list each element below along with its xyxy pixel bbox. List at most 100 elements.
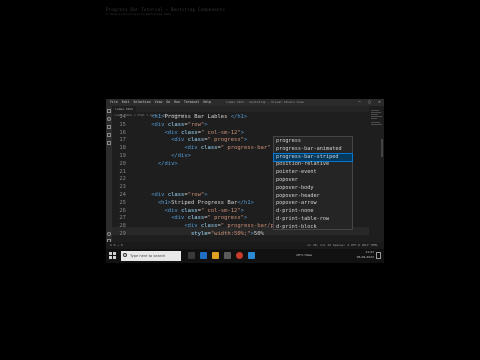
vscode-window: File Edit Selection View Go Run Terminal…	[106, 99, 384, 249]
code-line[interactable]: <div class=" progress">	[138, 137, 247, 145]
close-button[interactable]: ✕	[377, 100, 382, 104]
windows-taskbar: Type here to search 29°C Haze 11:47 05-0…	[106, 249, 384, 263]
minimap[interactable]	[369, 106, 384, 242]
code-token: class	[200, 223, 218, 230]
code-line[interactable]: </div>	[138, 161, 178, 169]
source-control-icon[interactable]	[107, 125, 111, 129]
code-token: >	[244, 215, 248, 222]
suggestion-item[interactable]: pointer-event	[274, 169, 352, 177]
line-number: 26	[119, 207, 126, 214]
code-token: 50%	[253, 231, 264, 237]
menu-selection[interactable]: Selection	[133, 99, 150, 106]
suggestion-item[interactable]: popover-header	[274, 193, 352, 201]
code-token: </h1>	[237, 199, 254, 206]
suggestion-item[interactable]: d-print-none	[274, 208, 352, 216]
line-number: 24	[119, 192, 126, 198]
line-number: 25	[119, 199, 126, 206]
code-token: <div	[164, 129, 182, 136]
store-icon[interactable]	[224, 252, 231, 259]
menu-edit[interactable]: Edit	[122, 99, 130, 106]
code-editor[interactable]: index.html index.html > html > body > di…	[112, 106, 369, 242]
line-number: 18	[119, 145, 126, 152]
tab-index-html[interactable]: index.html	[112, 106, 137, 112]
taskbar-search-placeholder: Type here to search	[130, 254, 166, 258]
suggestion-item[interactable]: d-print-block	[274, 224, 352, 232]
menu-file[interactable]: File	[110, 99, 118, 106]
line-number: 19	[119, 153, 126, 159]
code-token: class	[181, 207, 198, 214]
explorer-icon[interactable]	[107, 109, 111, 113]
code-token: Progress Bar Lables	[164, 114, 231, 120]
search-icon[interactable]	[107, 117, 111, 121]
taskbar-search-input[interactable]: Type here to search	[121, 251, 181, 261]
extensions-icon[interactable]	[107, 141, 111, 145]
vertical-scrollbar[interactable]	[381, 139, 383, 157]
code-token: >	[244, 137, 248, 144]
code-line[interactable]: <div class=" progress">	[138, 215, 247, 223]
window-controls: — ▢ ✕	[357, 100, 382, 104]
clock[interactable]: 11:47 05-09-2022	[357, 250, 374, 260]
problems-indicator[interactable]: ⊗ 0 ⚠ 0	[110, 242, 123, 249]
code-token: <div	[151, 121, 168, 128]
suggestion-item[interactable]: d-print-table-row	[274, 216, 352, 224]
code-token: style	[190, 231, 208, 237]
suggestion-item[interactable]: popover	[274, 177, 352, 185]
video-frame: Progress Bar Tutorial — Bootstrap Compon…	[96, 0, 384, 360]
code-token: <h1>	[157, 199, 172, 206]
weather-widget[interactable]: 29°C Haze	[296, 253, 312, 257]
code-token: </div>	[171, 153, 191, 159]
code-token: class	[167, 192, 185, 198]
code-line[interactable]: <div class=" progress-bar" st	[138, 145, 280, 153]
code-token: "width:50%;"	[210, 231, 251, 237]
code-token: </h1>	[230, 114, 248, 120]
suggestion-item[interactable]: position-relative	[274, 161, 352, 169]
editor-status[interactable]: Ln 28, Col 42 Spaces: 4 UTF-8 CRLF HTML	[308, 242, 378, 249]
code-line[interactable]: <div class=" col-sm-12">	[138, 207, 245, 216]
menu-go[interactable]: Go	[166, 99, 170, 106]
code-line[interactable]: <div class=" col-sm-12">	[138, 129, 245, 138]
code-token: " col-sm-12"	[200, 129, 241, 136]
line-number: 28	[119, 223, 126, 230]
code-token: <div	[184, 145, 201, 152]
code-token: " progress"	[207, 137, 244, 144]
menu-terminal[interactable]: Terminal	[184, 99, 199, 106]
code-token: "row"	[187, 192, 205, 198]
account-icon[interactable]	[107, 232, 111, 236]
code-token: >	[240, 129, 244, 136]
line-number: 14	[119, 114, 126, 120]
edge-browser-icon[interactable]	[200, 252, 207, 259]
code-token: " col-sm-12"	[200, 207, 241, 214]
suggestion-item[interactable]: progress	[274, 138, 352, 146]
menu-view[interactable]: View	[155, 99, 163, 106]
file-explorer-icon[interactable]	[212, 252, 219, 259]
code-token: >	[204, 192, 208, 198]
menu-help[interactable]: Help	[203, 99, 211, 106]
line-number: 20	[119, 160, 126, 167]
suggestion-item-selected[interactable]: progress-bar-striped	[273, 152, 353, 163]
code-token: " progress"	[207, 215, 244, 222]
suggestion-item[interactable]: popover-arrow	[274, 200, 352, 208]
menu-run[interactable]: Run	[174, 99, 180, 106]
clock-date: 05-09-2022	[356, 255, 374, 259]
suggestion-item[interactable]: popover-body	[274, 185, 352, 193]
code-line[interactable]: <div class=" progress-bar/pro"	[138, 223, 283, 231]
notification-icon[interactable]	[376, 252, 381, 259]
vscode-taskbar-icon[interactable]	[248, 252, 255, 259]
code-token: <div	[171, 137, 188, 144]
maximize-button[interactable]: ▢	[367, 100, 372, 104]
suggestion-item[interactable]: progress-bar-animated	[274, 146, 352, 154]
task-view-icon[interactable]	[188, 252, 195, 259]
line-number: 15	[119, 121, 126, 128]
code-token: class	[187, 137, 205, 144]
code-line[interactable]: <h1>Striped Progress Bar</h1>	[138, 200, 254, 208]
code-line[interactable]: style="width:50%;">50%	[138, 231, 264, 239]
line-number: 22	[119, 176, 126, 183]
windows-start-icon[interactable]	[109, 252, 117, 260]
code-line[interactable]: <h1>Progress Bar Lables </h1>	[138, 114, 247, 122]
code-line[interactable]: </div>	[138, 153, 191, 161]
code-line[interactable]: <div class="row">	[138, 192, 208, 200]
run-debug-icon[interactable]	[107, 133, 111, 137]
chrome-icon[interactable]	[236, 252, 243, 259]
minimize-button[interactable]: —	[357, 100, 362, 104]
code-line[interactable]: <div class="row">	[138, 121, 207, 130]
